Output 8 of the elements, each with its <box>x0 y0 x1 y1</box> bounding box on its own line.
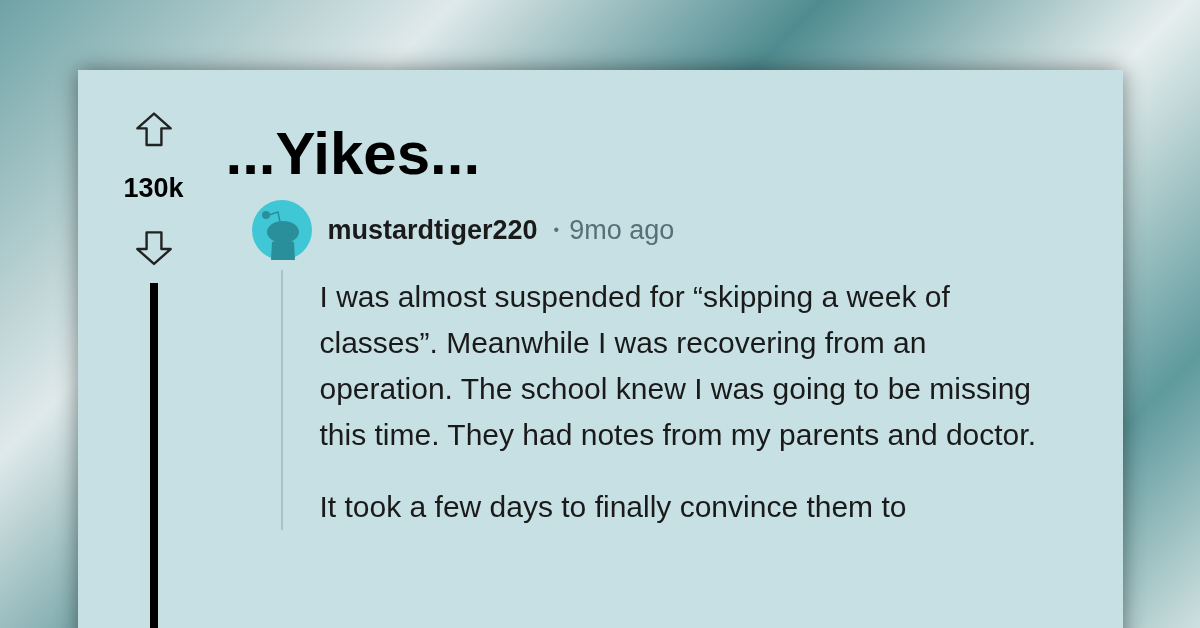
separator-dot: • <box>553 220 560 240</box>
vote-count: 130k <box>123 172 184 206</box>
post-title: ...Yikes... <box>225 119 482 189</box>
comment-time: 9mo ago <box>569 213 675 247</box>
comment-paragraph: I was almost suspended for “skipping a week of classes”. Meanwhile I was recovering from an operation. The school knew I was going to be missing this time. They had notes from my parents and doctor. <box>319 279 1037 453</box>
comment-paragraph: It took a few days to finally convince them to <box>319 489 908 525</box>
comment-author[interactable]: mustardtiger220 <box>327 209 538 251</box>
avatar-icon <box>251 200 312 260</box>
